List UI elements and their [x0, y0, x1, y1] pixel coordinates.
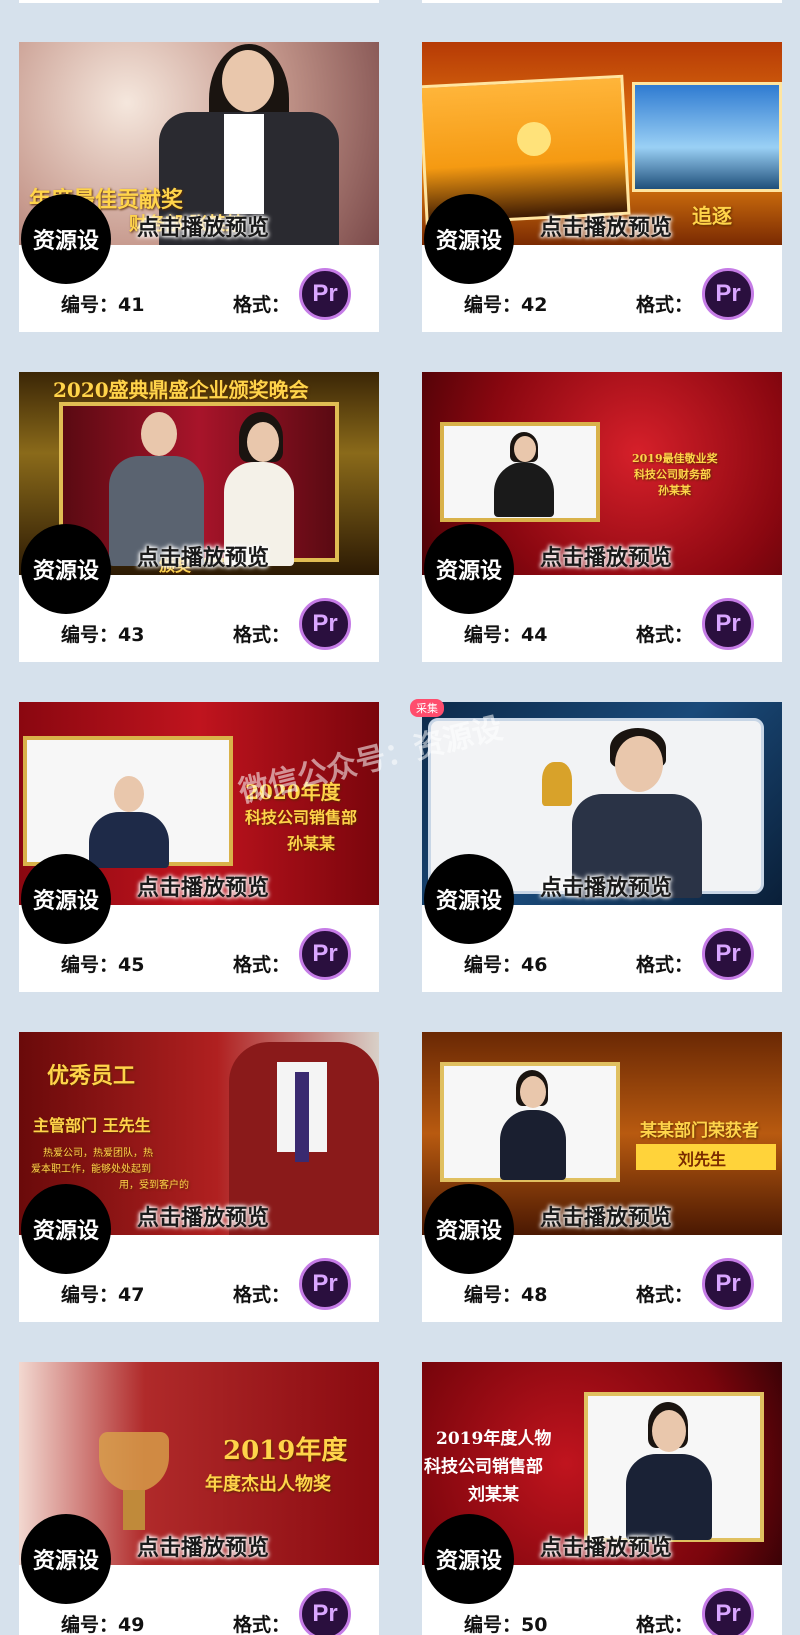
template-card-48[interactable]: 某某部门荣获者 刘先生 点击播放预览 资源设 编号：48 格式： Pr [422, 1032, 782, 1322]
format-label: 格式： [636, 954, 694, 976]
premiere-pro-icon: Pr [702, 1258, 754, 1310]
brand-badge: 资源设 [21, 1514, 111, 1604]
premiere-pro-icon: Pr [702, 268, 754, 320]
play-preview-label[interactable]: 点击播放预览 [540, 210, 672, 242]
thumb-desc-line-3: 用，受到客户的 [119, 1180, 189, 1191]
brand-badge: 资源设 [424, 524, 514, 614]
thumb-title-text: 2019最佳敬业奖 [632, 452, 718, 465]
premiere-pro-icon: Pr [702, 1588, 754, 1635]
template-card-43[interactable]: 2020盛典鼎盛企业颁奖晚会 颁奖 点击播放预览 资源设 编号：43 格式： P… [19, 372, 379, 662]
play-preview-label[interactable]: 点击播放预览 [137, 1200, 269, 1232]
template-card-49[interactable]: 2019年度 年度杰出人物奖 点击播放预览 资源设 编号：49 格式： Pr [19, 1362, 379, 1635]
play-preview-label[interactable]: 点击播放预览 [137, 870, 269, 902]
brand-badge: 资源设 [21, 1184, 111, 1274]
template-number: 编号：47 [61, 1284, 145, 1306]
format-label: 格式： [233, 294, 291, 316]
premiere-pro-icon: Pr [299, 1588, 351, 1635]
format-label: 格式： [233, 954, 291, 976]
brand-badge: 资源设 [424, 854, 514, 944]
template-card-41[interactable]: 年度最佳贡献奖 财务部 张某某 点击播放预览 资源设 编号：41 格式： Pr [19, 42, 379, 332]
premiere-pro-icon: Pr [702, 598, 754, 650]
format-label: 格式： [233, 1614, 291, 1635]
play-preview-label[interactable]: 点击播放预览 [137, 540, 269, 572]
brand-badge: 资源设 [21, 194, 111, 284]
template-number: 编号：42 [464, 294, 548, 316]
template-number: 编号：41 [61, 294, 145, 316]
thumb-desc-line-2: 爱本职工作，能够处处起到 [31, 1164, 151, 1175]
brand-badge: 资源设 [424, 194, 514, 284]
brand-badge: 资源设 [424, 1184, 514, 1274]
play-preview-label[interactable]: 点击播放预览 [137, 210, 269, 242]
thumb-name-text: 刘某某 [468, 1485, 519, 1505]
premiere-pro-icon: Pr [702, 928, 754, 980]
play-preview-label[interactable]: 点击播放预览 [540, 1530, 672, 1562]
previous-card-edge [422, 0, 782, 3]
thumb-title-text: 2019年度 [223, 1436, 348, 1466]
thumb-title-text: 追逐 [692, 204, 732, 228]
template-number: 编号：44 [464, 624, 548, 646]
thumb-subtitle-text: 年度杰出人物奖 [205, 1474, 331, 1495]
thumb-desc-line-1: 热爱公司，热爱团队，热 [43, 1148, 153, 1159]
collect-tag[interactable]: 采集 [410, 699, 444, 717]
play-preview-label[interactable]: 点击播放预览 [540, 1200, 672, 1232]
thumb-title-text: 某某部门荣获者 [640, 1121, 759, 1141]
thumb-line-text: 科技公司销售部 [424, 1457, 543, 1477]
premiere-pro-icon: Pr [299, 268, 351, 320]
premiere-pro-icon: Pr [299, 598, 351, 650]
previous-card-edge [19, 0, 379, 3]
premiere-pro-icon: Pr [299, 1258, 351, 1310]
brand-badge: 资源设 [424, 1514, 514, 1604]
format-label: 格式： [636, 624, 694, 646]
thumb-name-text: 孙某某 [658, 484, 691, 497]
thumb-title-text: 2020盛典鼎盛企业颁奖晚会 [53, 378, 309, 402]
thumb-name-text: 刘先生 [678, 1150, 727, 1169]
template-card-50[interactable]: 2019年度人物 科技公司销售部 刘某某 点击播放预览 资源设 编号：50 格式… [422, 1362, 782, 1635]
template-card-42[interactable]: 追逐 点击播放预览 资源设 编号：42 格式： Pr [422, 42, 782, 332]
format-label: 格式： [636, 1614, 694, 1635]
thumb-title-text: 优秀员工 [47, 1063, 136, 1089]
play-preview-label[interactable]: 点击播放预览 [540, 540, 672, 572]
play-preview-label[interactable]: 点击播放预览 [137, 1530, 269, 1562]
thumb-name-text: 孙某某 [287, 834, 336, 853]
template-number: 编号：50 [464, 1614, 548, 1635]
template-number: 编号：45 [61, 954, 145, 976]
format-label: 格式： [636, 1284, 694, 1306]
thumb-line-text: 科技公司销售部 [245, 808, 358, 827]
thumb-dept-text: 主管部门 王先生 [33, 1116, 151, 1135]
template-number: 编号：49 [61, 1614, 145, 1635]
template-number: 编号：46 [464, 954, 548, 976]
play-preview-label[interactable]: 点击播放预览 [540, 870, 672, 902]
template-card-47[interactable]: 优秀员工 主管部门 王先生 热爱公司，热爱团队，热 爱本职工作，能够处处起到 用… [19, 1032, 379, 1322]
format-label: 格式： [636, 294, 694, 316]
thumb-title-text: 2019年度人物 [436, 1429, 552, 1449]
template-number: 编号：43 [61, 624, 145, 646]
premiere-pro-icon: Pr [299, 928, 351, 980]
template-number: 编号：48 [464, 1284, 548, 1306]
thumb-line-text: 科技公司财务部 [634, 468, 711, 481]
format-label: 格式： [233, 624, 291, 646]
brand-badge: 资源设 [21, 524, 111, 614]
brand-badge: 资源设 [21, 854, 111, 944]
template-card-44[interactable]: 2019最佳敬业奖 科技公司财务部 孙某某 点击播放预览 资源设 编号：44 格… [422, 372, 782, 662]
format-label: 格式： [233, 1284, 291, 1306]
